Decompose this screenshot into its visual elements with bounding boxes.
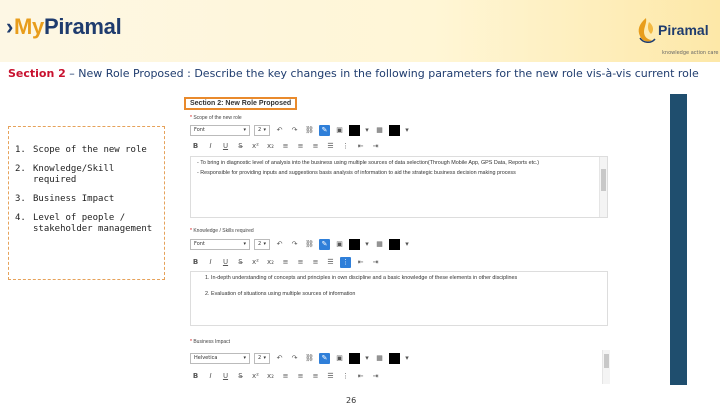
- knowledge-editor[interactable]: 1. In-depth understanding of concepts an…: [190, 271, 608, 326]
- undo-icon[interactable]: ↶: [274, 239, 285, 250]
- bold-icon[interactable]: B: [190, 141, 201, 152]
- bulleted-list-icon[interactable]: ☰: [325, 371, 336, 382]
- bold-icon[interactable]: B: [190, 257, 201, 268]
- font-select[interactable]: Font ▾: [190, 124, 250, 136]
- form-screenshot: Section 2: New Role Proposed * Scope of …: [182, 94, 610, 390]
- underline-icon[interactable]: U: [220, 371, 231, 382]
- redo-icon[interactable]: ↷: [289, 353, 300, 364]
- rich-text-toolbar: Helvetica ▾ 2 ▾ ↶ ↷ ⛓ ✎ ▣ ▾ ▦ ▾: [190, 351, 608, 365]
- align-center-icon[interactable]: ≡: [295, 257, 306, 268]
- strikethrough-icon[interactable]: S̶: [235, 371, 246, 382]
- size-select[interactable]: 2 ▾: [254, 352, 270, 364]
- text-color-swatch[interactable]: [349, 124, 360, 136]
- accent-bar: [670, 94, 687, 385]
- subscript-icon[interactable]: x₂: [265, 257, 276, 268]
- undo-icon[interactable]: ↶: [274, 125, 285, 136]
- bg-color-swatch[interactable]: [389, 238, 400, 250]
- align-left-icon[interactable]: ≡: [280, 257, 291, 268]
- edit-icon[interactable]: ✎: [319, 352, 330, 364]
- bg-color-swatch[interactable]: [389, 352, 400, 364]
- chevron-right-icon: ›: [6, 14, 14, 39]
- outdent-icon[interactable]: ⇤: [355, 141, 366, 152]
- outdent-icon[interactable]: ⇤: [355, 257, 366, 268]
- superscript-icon[interactable]: x²: [250, 257, 261, 268]
- image-icon[interactable]: ▣: [334, 125, 345, 136]
- strikethrough-icon[interactable]: S̶: [235, 257, 246, 268]
- italic-icon[interactable]: I: [205, 141, 216, 152]
- size-select[interactable]: 2 ▾: [254, 238, 270, 250]
- italic-icon[interactable]: I: [205, 257, 216, 268]
- align-right-icon[interactable]: ≡: [310, 257, 321, 268]
- superscript-icon[interactable]: x²: [250, 371, 261, 382]
- indent-icon[interactable]: ⇥: [370, 371, 381, 382]
- list-item: 1. Scope of the new role: [15, 145, 147, 155]
- subscript-icon[interactable]: x₂: [265, 141, 276, 152]
- redo-icon[interactable]: ↷: [289, 239, 300, 250]
- align-left-icon[interactable]: ≡: [280, 371, 291, 382]
- numbered-list-icon[interactable]: ⋮: [340, 141, 351, 152]
- image-icon[interactable]: ▣: [334, 239, 345, 250]
- format-toolbar: B I U S̶ x² x₂ ≡ ≡ ≡ ☰ ⋮ ⇤ ⇥: [190, 369, 608, 383]
- field-label-scope: * Scope of the new role: [190, 115, 242, 121]
- edit-icon[interactable]: ✎: [319, 124, 330, 136]
- list-item: 3. Business Impact: [15, 194, 115, 204]
- align-center-icon[interactable]: ≡: [295, 371, 306, 382]
- underline-icon[interactable]: U: [220, 257, 231, 268]
- align-left-icon[interactable]: ≡: [280, 141, 291, 152]
- align-right-icon[interactable]: ≡: [310, 141, 321, 152]
- underline-icon[interactable]: U: [220, 141, 231, 152]
- link-icon[interactable]: ⛓: [304, 239, 315, 250]
- align-center-icon[interactable]: ≡: [295, 141, 306, 152]
- edit-icon[interactable]: ✎: [319, 238, 330, 250]
- table-icon[interactable]: ▦: [374, 239, 385, 250]
- text-color-swatch[interactable]: [349, 352, 360, 364]
- rich-text-toolbar: Font ▾ 2 ▾ ↶ ↷ ⛓ ✎ ▣ ▾ ▦ ▾: [190, 237, 608, 251]
- outdent-icon[interactable]: ⇤: [355, 371, 366, 382]
- font-select[interactable]: Helvetica ▾: [190, 352, 250, 364]
- bulleted-list-icon[interactable]: ☰: [325, 257, 336, 268]
- list-item: 4. Level of people / stakeholder manageme…: [15, 213, 153, 234]
- image-icon[interactable]: ▣: [334, 353, 345, 364]
- format-toolbar: B I U S̶ x² x₂ ≡ ≡ ≡ ☰ ⋮ ⇤ ⇥: [190, 139, 608, 153]
- piramal-logo: Piramal knowledge action care: [634, 16, 719, 60]
- mypiramal-logo: ›MyPiramal: [6, 14, 122, 39]
- link-icon[interactable]: ⛓: [304, 353, 315, 364]
- italic-icon[interactable]: I: [205, 371, 216, 382]
- scrollbar[interactable]: [599, 157, 607, 217]
- text-color-swatch[interactable]: [349, 238, 360, 250]
- field-label-knowledge: * Knowledge / Skills required: [190, 228, 254, 234]
- indent-icon[interactable]: ⇥: [370, 257, 381, 268]
- strikethrough-icon[interactable]: S̶: [235, 141, 246, 152]
- font-select[interactable]: Font ▾: [190, 238, 250, 250]
- scope-editor[interactable]: - To bring in diagnostic level of analys…: [190, 156, 608, 218]
- parameter-list: 1. Scope of the new role 2. Knowledge/Skil…: [8, 126, 165, 280]
- indent-icon[interactable]: ⇥: [370, 141, 381, 152]
- bg-color-swatch[interactable]: [389, 124, 400, 136]
- link-icon[interactable]: ⛓: [304, 125, 315, 136]
- align-right-icon[interactable]: ≡: [310, 371, 321, 382]
- numbered-list-icon[interactable]: ⋮: [340, 256, 351, 268]
- bulleted-list-icon[interactable]: ☰: [325, 141, 336, 152]
- subscript-icon[interactable]: x₂: [265, 371, 276, 382]
- header-bar: ›MyPiramal Piramal knowledge action care: [0, 0, 720, 62]
- section-heading: Section 2 – New Role Proposed : Describe…: [8, 67, 699, 80]
- size-select[interactable]: 2 ▾: [254, 124, 270, 136]
- form-section-title: Section 2: New Role Proposed: [184, 97, 298, 110]
- rich-text-toolbar: Font ▾ 2 ▾ ↶ ↷ ⛓ ✎ ▣ ▾ ▦ ▾: [190, 123, 608, 137]
- format-toolbar: B I U S̶ x² x₂ ≡ ≡ ≡ ☰ ⋮ ⇤ ⇥: [190, 255, 608, 269]
- undo-icon[interactable]: ↶: [274, 353, 285, 364]
- list-item: 2. Knowledge/Skill required: [15, 164, 115, 185]
- field-label-impact: * Business Impact: [190, 339, 231, 345]
- redo-icon[interactable]: ↷: [289, 125, 300, 136]
- numbered-list-icon[interactable]: ⋮: [340, 371, 351, 382]
- page-number: 26: [346, 396, 357, 405]
- scrollbar[interactable]: [602, 350, 610, 384]
- bold-icon[interactable]: B: [190, 371, 201, 382]
- table-icon[interactable]: ▦: [374, 125, 385, 136]
- table-icon[interactable]: ▦: [374, 353, 385, 364]
- piramal-flame-icon: [638, 18, 656, 43]
- superscript-icon[interactable]: x²: [250, 141, 261, 152]
